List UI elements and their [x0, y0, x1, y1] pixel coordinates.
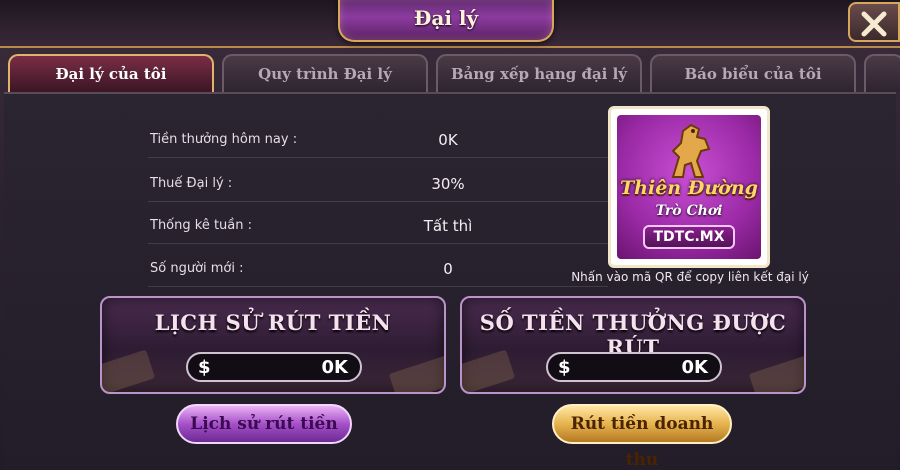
- tab-my-agency[interactable]: Đại lý của tôi: [8, 54, 214, 92]
- button-label: Lịch sử rút tiền: [190, 414, 338, 434]
- brand-logo: Thiên Đường Trò Chơi TDTC.MX: [617, 115, 761, 259]
- stat-value: 30%: [431, 175, 465, 193]
- stat-label: Tiền thưởng hôm nay :: [150, 132, 298, 147]
- header-bar: Đại lý: [0, 0, 900, 48]
- tab-label: Bảng xếp hạng đại lý: [451, 65, 627, 83]
- logo-title: Thiên Đường: [620, 177, 758, 199]
- tab-my-reports[interactable]: Báo biểu của tôi: [650, 54, 856, 92]
- stat-value: 0: [443, 260, 453, 278]
- dollar-icon: $: [198, 357, 211, 378]
- withdraw-history-card: LỊCH SỬ RÚT TIỀN $ 0K: [100, 296, 446, 394]
- logo-domain: TDTC.MX: [643, 225, 735, 249]
- tab-label: Quy trình Đại lý: [258, 65, 392, 83]
- tab-agency-ranking[interactable]: Bảng xếp hạng đại lý: [436, 54, 642, 92]
- amount-value: 0K: [681, 357, 708, 378]
- withdraw-revenue-button[interactable]: Rút tiền doanh thu: [552, 404, 732, 470]
- dollar-icon: $: [558, 357, 571, 378]
- amount-value: 0K: [321, 357, 348, 378]
- stat-label: Số người mới :: [150, 261, 244, 276]
- amount-display: $ 0K: [546, 352, 722, 382]
- stat-label: Thuế Đại lý :: [150, 176, 233, 191]
- stat-row-agency-tax: Thuế Đại lý : 30%: [148, 172, 608, 202]
- stat-row-today-bonus: Tiền thưởng hôm nay : 0K: [148, 128, 608, 158]
- stat-value: Tất thì: [423, 217, 473, 235]
- qr-hint-text: Nhấn vào mã QR để copy liên kết đại lý: [571, 270, 809, 284]
- withdraw-history-button[interactable]: Lịch sử rút tiền: [176, 404, 352, 444]
- dialog-title-plate: Đại lý: [338, 0, 554, 42]
- withdrawable-bonus-card: SỐ TIỀN THƯỞNG ĐƯỢC RÚT $ 0K: [460, 296, 806, 394]
- stat-row-new-users: Số người mới : 0: [148, 257, 608, 287]
- money-decoration: [748, 355, 804, 392]
- tab-label: Đại lý của tôi: [55, 65, 167, 83]
- close-button[interactable]: [848, 2, 900, 42]
- qr-code-button[interactable]: Thiên Đường Trò Chơi TDTC.MX: [608, 106, 770, 268]
- tab-agency-process[interactable]: Quy trình Đại lý: [222, 54, 428, 92]
- stat-value: 0K: [438, 131, 458, 149]
- button-label: Rút tiền doanh thu: [570, 414, 714, 470]
- logo-subtitle: Trò Chơi: [655, 203, 723, 219]
- card-title: LỊCH SỬ RÚT TIỀN: [154, 310, 392, 335]
- close-icon: [861, 11, 887, 37]
- stat-label: Thống kê tuần :: [150, 218, 253, 233]
- money-decoration: [388, 355, 444, 392]
- horse-icon: [671, 123, 711, 178]
- tab-label: Báo biểu của tôi: [684, 65, 822, 83]
- money-decoration: [102, 349, 156, 392]
- dialog-title: Đại lý: [413, 6, 479, 30]
- stat-row-weekly-stats: Thống kê tuần : Tất thì: [148, 214, 608, 244]
- agent-dialog: Đại lý Đại lý của tôi Quy trình Đại lý B…: [0, 0, 900, 470]
- amount-display: $ 0K: [186, 352, 362, 382]
- tab-more[interactable]: [864, 54, 900, 92]
- tab-bar: Đại lý của tôi Quy trình Đại lý Bảng xếp…: [8, 54, 900, 92]
